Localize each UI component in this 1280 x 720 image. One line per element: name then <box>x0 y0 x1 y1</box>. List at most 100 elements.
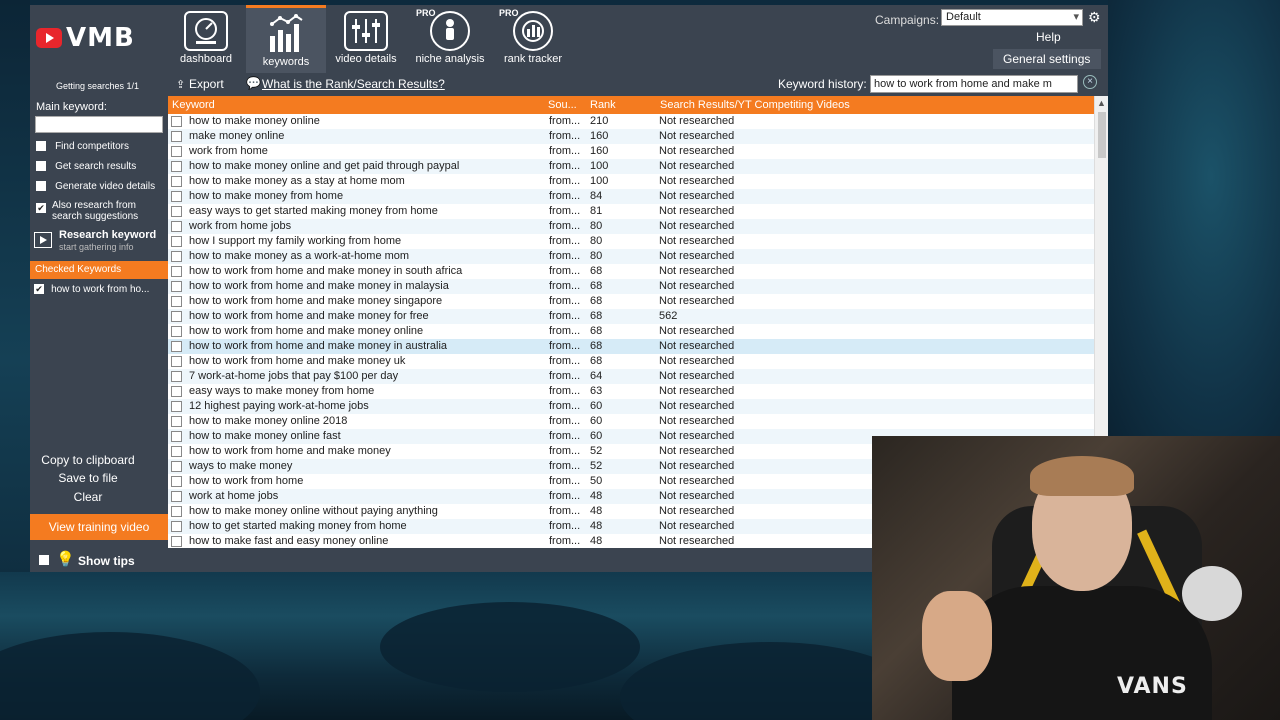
column-source[interactable]: Sou... <box>548 99 577 111</box>
row-checkbox[interactable] <box>171 131 182 142</box>
option-get-search-results[interactable]: Get search results <box>36 160 136 172</box>
checkbox[interactable] <box>36 141 46 152</box>
row-checkbox[interactable] <box>171 266 182 277</box>
checkbox-checked[interactable]: ✔ <box>34 284 44 295</box>
row-checkbox[interactable] <box>171 296 182 307</box>
nav-rank-tracker[interactable]: PRO rank tracker <box>493 5 573 73</box>
table-row[interactable]: how to make money online 2018 from... 60 No… <box>168 414 1094 429</box>
cell-keyword: easy ways to make money from home <box>189 385 375 397</box>
cell-keyword: easy ways to get started making money fr… <box>189 205 438 217</box>
table-row[interactable]: how to make money from home from... 84 Not … <box>168 189 1094 204</box>
row-checkbox[interactable] <box>171 191 182 202</box>
cell-search-results: Not researched <box>659 475 735 487</box>
table-row[interactable]: how to work from home and make money in … <box>168 264 1094 279</box>
help-button[interactable]: Help <box>1036 30 1061 44</box>
row-checkbox[interactable] <box>171 206 182 217</box>
row-checkbox[interactable] <box>171 446 182 457</box>
table-row[interactable]: how to work from home and make money uk f… <box>168 354 1094 369</box>
checked-keyword-item[interactable]: ✔ how to work from ho... <box>34 283 166 295</box>
cell-source: from... <box>549 205 581 217</box>
row-checkbox[interactable] <box>171 341 182 352</box>
row-checkbox[interactable] <box>171 386 182 397</box>
row-checkbox[interactable] <box>171 416 182 427</box>
row-checkbox[interactable] <box>171 371 182 382</box>
cell-keyword: how to make fast and easy money online <box>189 535 389 547</box>
table-row[interactable]: easy ways to make money from home from...… <box>168 384 1094 399</box>
scroll-up-icon[interactable]: ▲ <box>1097 98 1106 108</box>
table-row[interactable]: how I support my family working from hom… <box>168 234 1094 249</box>
person-target-icon <box>430 11 470 51</box>
row-checkbox[interactable] <box>171 356 182 367</box>
view-training-video-button[interactable]: View training video <box>30 514 168 540</box>
row-checkbox[interactable] <box>171 161 182 172</box>
main-keyword-input[interactable] <box>35 116 163 133</box>
row-checkbox[interactable] <box>171 506 182 517</box>
what-is-rank-link[interactable]: What is the Rank/Search Results? <box>262 77 445 91</box>
cell-source: from... <box>549 520 581 532</box>
table-row[interactable]: how to work from home and make money sin… <box>168 294 1094 309</box>
main-keyword-label: Main keyword: <box>36 101 107 113</box>
cell-search-results: Not researched <box>659 145 735 157</box>
row-checkbox[interactable] <box>171 491 182 502</box>
cell-search-results: Not researched <box>659 520 735 532</box>
table-row[interactable]: how to make money as a stay at home mom f… <box>168 174 1094 189</box>
checkbox[interactable] <box>36 181 46 192</box>
copy-to-clipboard-button[interactable]: Copy to clipboard <box>30 453 146 467</box>
row-checkbox[interactable] <box>171 431 182 442</box>
row-checkbox[interactable] <box>171 251 182 262</box>
table-row[interactable]: easy ways to get started making money fr… <box>168 204 1094 219</box>
option-find-competitors[interactable]: Find competitors <box>36 140 129 152</box>
row-checkbox[interactable] <box>171 311 182 322</box>
row-checkbox[interactable] <box>171 401 182 412</box>
table-row[interactable]: how to work from home and make money in … <box>168 339 1094 354</box>
table-row[interactable]: 7 work-at-home jobs that pay $100 per da… <box>168 369 1094 384</box>
column-keyword[interactable]: Keyword <box>172 99 215 111</box>
table-row[interactable]: how to work from home and make money in … <box>168 279 1094 294</box>
checkbox-checked[interactable]: ✔ <box>36 203 46 213</box>
export-button[interactable]: Export <box>189 77 224 91</box>
row-checkbox[interactable] <box>171 176 182 187</box>
table-row[interactable]: how to make money online from... 210 Not re… <box>168 114 1094 129</box>
scroll-thumb[interactable] <box>1098 112 1106 158</box>
row-checkbox[interactable] <box>171 221 182 232</box>
row-checkbox[interactable] <box>171 326 182 337</box>
show-tips-checkbox[interactable] <box>39 555 49 565</box>
export-icon[interactable]: ⇪ <box>176 78 185 91</box>
clear-button[interactable]: Clear <box>30 490 146 504</box>
nav-niche-analysis[interactable]: PRO niche analysis <box>410 5 490 73</box>
row-checkbox[interactable] <box>171 146 182 157</box>
cell-keyword: how to work from home and make money in … <box>189 265 463 277</box>
table-row[interactable]: how to make money as a work-at-home mom f… <box>168 249 1094 264</box>
general-settings-button[interactable]: General settings <box>993 49 1101 69</box>
save-to-file-button[interactable]: Save to file <box>30 471 146 485</box>
table-row[interactable]: work from home from... 160 Not researched <box>168 144 1094 159</box>
column-search-results[interactable]: Search Results/YT Competiting Videos <box>660 99 850 111</box>
research-keyword-button[interactable]: Research keyword start gathering info <box>34 227 166 255</box>
close-icon[interactable]: × <box>1083 75 1097 89</box>
row-checkbox[interactable] <box>171 461 182 472</box>
table-row[interactable]: work from home jobs from... 80 Not research… <box>168 219 1094 234</box>
campaigns-select[interactable]: Default <box>941 9 1083 26</box>
table-row[interactable]: how to work from home and make money for… <box>168 309 1094 324</box>
cell-keyword: how to make money online <box>189 115 320 127</box>
row-checkbox[interactable] <box>171 281 182 292</box>
row-checkbox[interactable] <box>171 116 182 127</box>
checkbox[interactable] <box>36 161 46 172</box>
row-checkbox[interactable] <box>171 476 182 487</box>
table-row[interactable]: make money online from... 160 Not researche… <box>168 129 1094 144</box>
table-row[interactable]: 12 highest paying work-at-home jobs from.… <box>168 399 1094 414</box>
nav-keywords[interactable]: keywords <box>246 5 326 73</box>
gear-icon[interactable]: ⚙ <box>1088 9 1101 26</box>
nav-dashboard[interactable]: dashboard <box>166 5 246 73</box>
cell-search-results: Not researched <box>659 175 735 187</box>
rank-tracker-icon <box>513 11 553 51</box>
row-checkbox[interactable] <box>171 521 182 532</box>
keyword-history-select[interactable]: how to work from home and make m <box>870 75 1078 93</box>
table-row[interactable]: how to work from home and make money onl… <box>168 324 1094 339</box>
row-checkbox[interactable] <box>171 236 182 247</box>
table-row[interactable]: how to make money online and get paid th… <box>168 159 1094 174</box>
column-rank[interactable]: Rank <box>590 99 616 111</box>
option-generate-video-details[interactable]: Generate video details <box>36 180 155 192</box>
nav-video-details[interactable]: video details <box>326 5 406 73</box>
row-checkbox[interactable] <box>171 536 182 547</box>
